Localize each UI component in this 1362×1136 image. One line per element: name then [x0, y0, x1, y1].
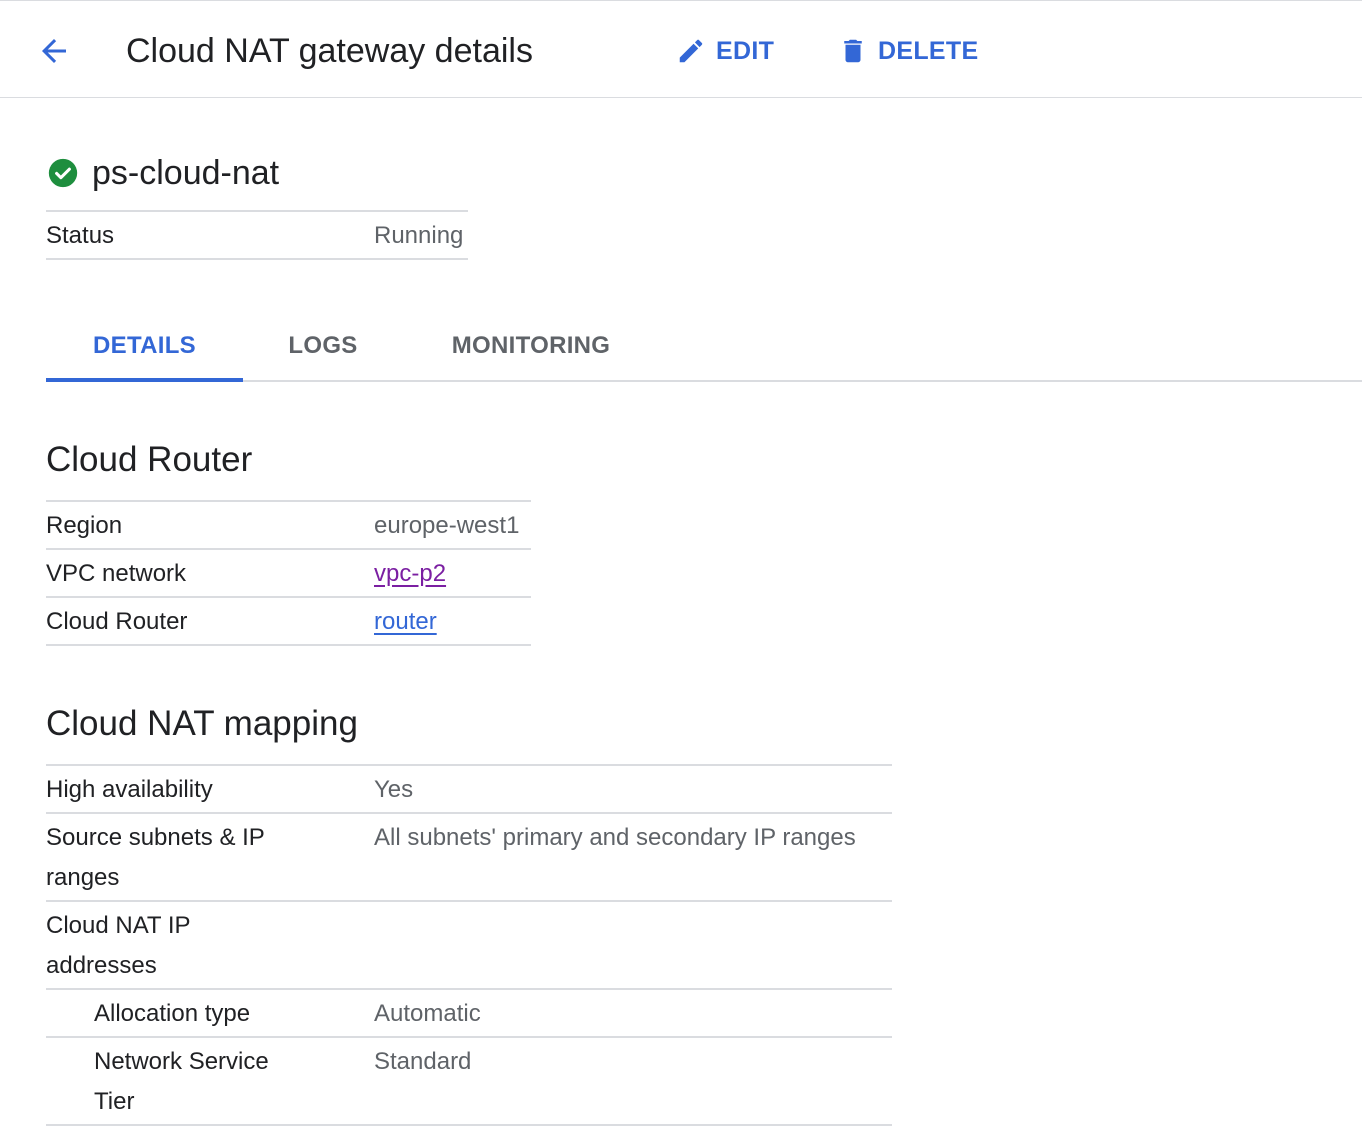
nat-ip-addresses-label: Cloud NAT IP addresses [46, 912, 191, 979]
vpc-network-label: VPC network [46, 560, 187, 587]
edit-button[interactable]: EDIT [676, 31, 774, 71]
tab-details[interactable]: DETAILS [46, 312, 243, 382]
arrow-back-icon [42, 39, 66, 63]
page-title: Cloud NAT gateway details [126, 32, 533, 70]
network-service-tier-value: Standard [374, 1048, 472, 1075]
edit-button-label: EDIT [716, 36, 775, 65]
table-row: Source subnets & IP ranges All subnets' … [46, 814, 892, 902]
allocation-type-label: Allocation type [94, 1000, 251, 1027]
table-row: VPC network vpc-p2 [46, 550, 531, 598]
table-row: Cloud NAT IP addresses [46, 902, 892, 990]
status-row: Status Running [46, 212, 468, 260]
source-subnets-label: Source subnets & IP ranges [46, 824, 265, 891]
trash-icon [838, 36, 868, 66]
tab-logs[interactable]: LOGS [263, 312, 383, 380]
status-value: Running [374, 222, 464, 249]
cloud-router-link[interactable]: router [374, 608, 437, 635]
table-row: Network Service Tier Standard [46, 1038, 892, 1126]
tab-bar: DETAILS LOGS MONITORING [46, 312, 1362, 382]
delete-button[interactable]: DELETE [838, 31, 978, 71]
high-availability-value: Yes [374, 776, 414, 803]
resource-header: ps-cloud-nat [46, 148, 279, 198]
high-availability-label: High availability [46, 776, 213, 803]
region-label: Region [46, 512, 123, 539]
nat-mapping-section-title: Cloud NAT mapping [46, 704, 358, 743]
vpc-network-link[interactable]: vpc-p2 [374, 560, 446, 587]
table-row: Allocation type Automatic [46, 990, 892, 1038]
table-row: High availability Yes [46, 766, 892, 814]
status-label: Status [46, 222, 115, 249]
nat-mapping-table: High availability Yes Source subnets & I… [46, 764, 892, 1126]
region-value: europe-west1 [374, 512, 520, 539]
back-button[interactable] [30, 29, 78, 73]
resource-name: ps-cloud-nat [92, 153, 280, 192]
source-subnets-value: All subnets' primary and secondary IP ra… [374, 824, 856, 851]
allocation-type-value: Automatic [374, 1000, 481, 1027]
cloud-router-label: Cloud Router [46, 608, 188, 635]
cloud-router-table: Region europe-west1 VPC network vpc-p2 C… [46, 500, 531, 646]
status-table: Status Running [46, 210, 468, 260]
cloud-router-section-title: Cloud Router [46, 440, 253, 479]
top-app-bar: Cloud NAT gateway details EDIT DELETE [0, 0, 1362, 98]
check-circle-icon [48, 158, 78, 188]
tab-monitoring[interactable]: MONITORING [428, 312, 634, 380]
pencil-icon [676, 36, 706, 66]
table-row: Cloud Router router [46, 598, 531, 646]
table-row: Region europe-west1 [46, 502, 531, 550]
network-service-tier-label: Network Service Tier [94, 1048, 269, 1115]
delete-button-label: DELETE [878, 36, 979, 65]
